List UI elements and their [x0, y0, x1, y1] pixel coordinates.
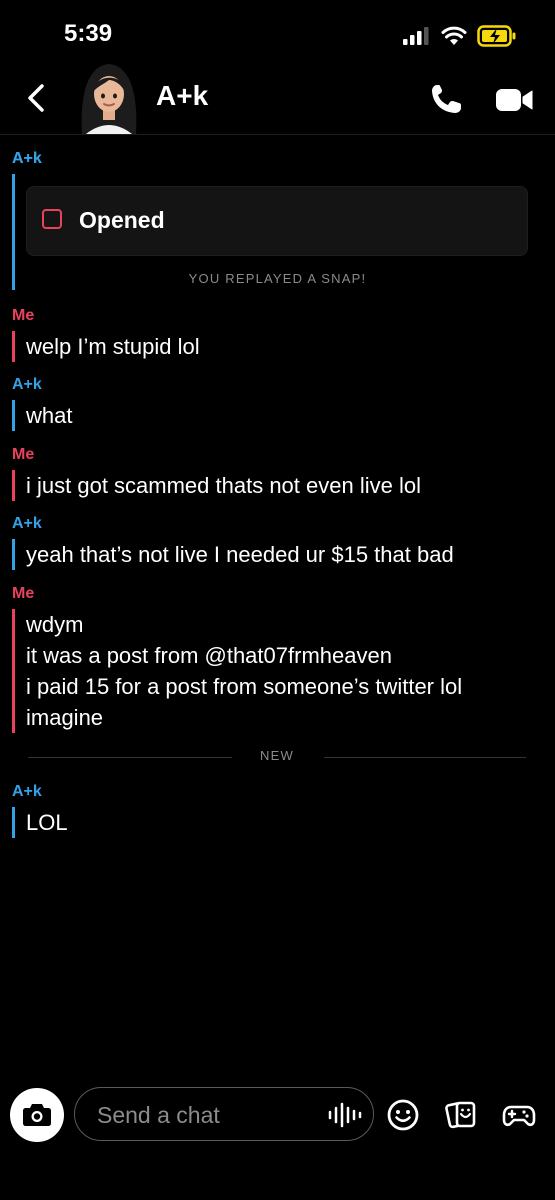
camera-icon — [23, 1104, 51, 1126]
status-icons — [403, 24, 517, 48]
smiley-icon — [387, 1099, 419, 1131]
video-camera-icon — [496, 89, 533, 111]
chat-message[interactable]: i just got scammed thats not even live l… — [12, 470, 421, 501]
chevron-left-icon — [28, 84, 44, 112]
chat-input-container[interactable] — [74, 1087, 374, 1141]
sender-label: A+k — [12, 376, 42, 393]
message-text: welp I’m stupid lol — [26, 334, 200, 359]
chat-input[interactable] — [95, 1100, 319, 1130]
chat-message[interactable]: wdym it was a post from @that07frmheaven… — [12, 609, 462, 733]
chat-header: A+k — [0, 58, 555, 135]
wifi-icon — [441, 26, 467, 45]
message-text: yeah that’s not live I needed ur $15 tha… — [26, 542, 454, 567]
status-time: 5:39 — [64, 20, 113, 47]
cellular-signal-icon — [403, 27, 429, 45]
bitmoji-avatar-icon — [81, 64, 137, 134]
divider-label: NEW — [260, 748, 294, 763]
sticker-cards-icon — [445, 1101, 476, 1129]
sender-label: A+k — [12, 150, 42, 167]
replay-notice: YOU REPLAYED A SNAP! — [188, 271, 367, 286]
snap-status: Opened — [79, 207, 165, 233]
sender-label: Me — [12, 446, 35, 463]
voice-waveform-icon — [328, 1102, 362, 1128]
battery-charging-icon — [477, 25, 516, 47]
bitmoji-button[interactable] — [386, 1098, 420, 1132]
sender-label: Me — [12, 307, 35, 324]
message-text: what — [26, 403, 73, 428]
games-button[interactable] — [502, 1098, 536, 1132]
message-text: it was a post from @that07frmheaven — [26, 643, 392, 668]
back-button[interactable] — [22, 80, 52, 116]
chat-message[interactable]: welp I’m stupid lol — [12, 331, 200, 362]
chat-message[interactable]: LOL — [12, 807, 68, 838]
chat-message[interactable]: yeah that’s not live I needed ur $15 tha… — [12, 539, 454, 570]
avatar[interactable] — [76, 58, 142, 134]
game-controller-icon — [502, 1105, 536, 1127]
call-button[interactable] — [428, 82, 464, 116]
message-text: wdym — [26, 612, 84, 637]
phone-icon — [432, 85, 461, 113]
video-call-button[interactable] — [494, 86, 534, 114]
new-messages-divider: NEW — [28, 748, 526, 766]
chat-message[interactable]: what — [12, 400, 72, 431]
stickers-button[interactable] — [444, 1098, 478, 1132]
camera-button[interactable] — [10, 1088, 64, 1142]
chat-title[interactable]: A+k — [156, 80, 208, 112]
sender-label: A+k — [12, 783, 42, 800]
message-text: LOL — [26, 810, 68, 835]
voice-note-button[interactable] — [327, 1102, 363, 1128]
message-text: imagine — [26, 705, 104, 730]
sender-label: Me — [12, 585, 35, 602]
snap-card[interactable]: Opened — [26, 186, 528, 256]
chat-composer — [0, 1080, 555, 1200]
opened-snap-icon — [42, 209, 62, 229]
message-text: i just got scammed thats not even live l… — [26, 473, 421, 498]
sender-label: A+k — [12, 515, 42, 532]
message-text: i paid 15 for a post from someone’s twit… — [26, 674, 463, 699]
